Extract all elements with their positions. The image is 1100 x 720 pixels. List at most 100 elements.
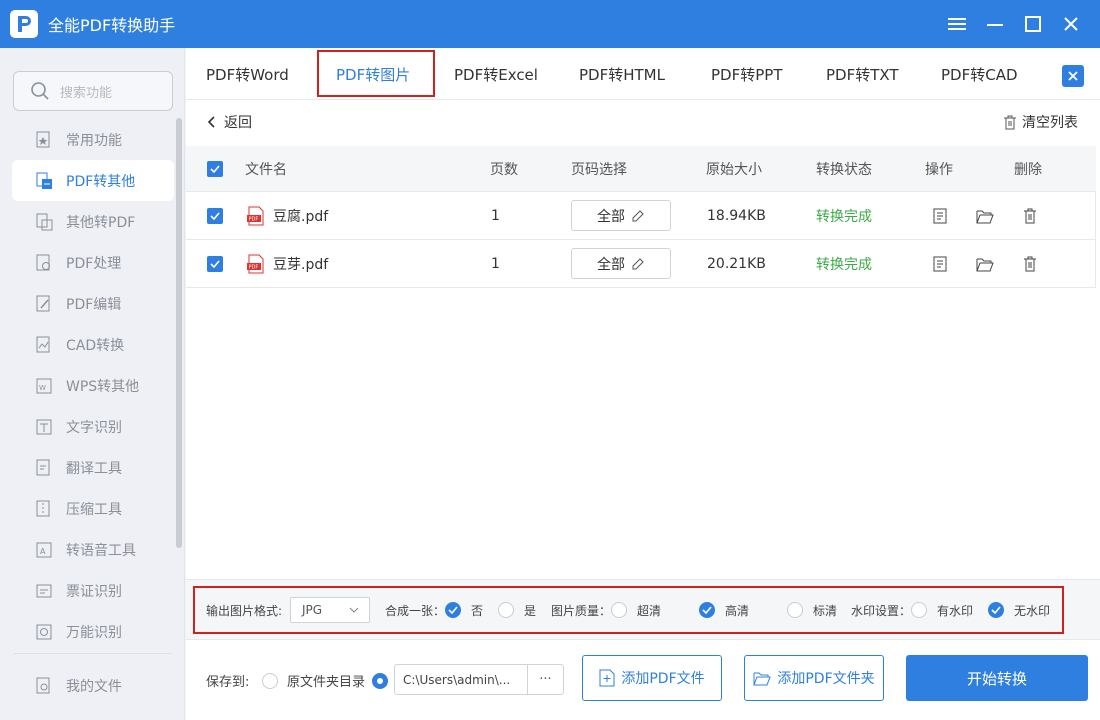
pdf-convert-icon xyxy=(34,171,54,191)
pdf-file-icon: PDF xyxy=(247,206,264,226)
original-dir-label: 原文件夹目录 xyxy=(287,675,366,690)
sidebar-divider xyxy=(14,653,172,654)
sidebar-item-pdf-to-other[interactable]: PDF转其他 xyxy=(12,160,174,201)
minimize-icon[interactable] xyxy=(976,0,1014,48)
to-pdf-icon xyxy=(34,212,54,232)
output-path-field[interactable]: C:\Users\admin\... ··· xyxy=(394,664,564,695)
add-pdf-file-button[interactable]: 添加PDF文件 xyxy=(582,655,722,701)
text-ocr-icon xyxy=(34,417,54,437)
sidebar-item-label: 压缩工具 xyxy=(66,501,122,518)
merge-no-radio[interactable] xyxy=(445,602,461,618)
sidebar-item-translate[interactable]: 翻译工具 xyxy=(12,447,174,488)
maximize-icon[interactable] xyxy=(1014,0,1052,48)
tab-pdf-to-cad[interactable]: PDF转CAD xyxy=(941,48,1018,100)
add-file-icon xyxy=(599,669,615,687)
sidebar-item-speech[interactable]: A 转语音工具 xyxy=(12,529,174,570)
menu-icon[interactable] xyxy=(938,0,976,48)
sidebar-item-common[interactable]: 常用功能 xyxy=(12,119,174,160)
view-document-icon[interactable] xyxy=(930,254,950,274)
chevron-down-icon xyxy=(349,607,359,613)
status-label: 转换完成 xyxy=(816,209,872,225)
search-input[interactable]: 搜索功能 xyxy=(13,71,173,111)
sidebar-item-text-ocr[interactable]: 文字识别 xyxy=(12,406,174,447)
sidebar-item-universal-ocr[interactable]: 万能识别 xyxy=(12,611,174,652)
browse-more-button[interactable]: ··· xyxy=(527,665,563,694)
translate-icon xyxy=(34,458,54,478)
pdf-process-icon xyxy=(34,253,54,273)
page-select-button[interactable]: 全部 xyxy=(571,200,671,231)
watermark-yes-radio[interactable] xyxy=(911,602,927,618)
header-page-select: 页码选择 xyxy=(571,162,627,178)
title-bar: 全能PDF转换助手 xyxy=(0,0,1100,48)
app-logo-icon xyxy=(10,10,38,38)
row-checkbox[interactable] xyxy=(207,208,223,224)
page-select-button[interactable]: 全部 xyxy=(571,248,671,279)
status-label: 转换完成 xyxy=(816,257,872,273)
row-checkbox[interactable] xyxy=(207,256,223,272)
clear-list-button[interactable]: 清空列表 xyxy=(1003,112,1078,132)
original-dir-radio[interactable] xyxy=(262,672,278,689)
cad-icon xyxy=(34,335,54,355)
merge-no-label: 否 xyxy=(471,603,484,618)
quality-standard-radio[interactable] xyxy=(787,602,803,618)
tab-pdf-to-ppt[interactable]: PDF转PPT xyxy=(711,48,782,100)
close-tab-icon[interactable] xyxy=(1062,65,1084,87)
header-status: 转换状态 xyxy=(816,162,872,178)
open-folder-icon[interactable] xyxy=(975,254,995,274)
sidebar-scrollbar[interactable] xyxy=(176,118,182,548)
quality-label: 图片质量： xyxy=(551,603,612,618)
sidebar-item-label: 文字识别 xyxy=(66,419,122,436)
ticket-icon xyxy=(34,581,54,601)
table-header: 文件名 页数 页码选择 原始大小 转换状态 操作 删除 xyxy=(186,146,1096,192)
sidebar-nav: 常用功能 PDF转其他 其他转PDF PDF处理 PDF编辑 CAD转换 W W… xyxy=(12,119,174,652)
sidebar-item-label: 翻译工具 xyxy=(66,460,122,477)
save-to-label: 保存到: xyxy=(206,675,250,690)
open-folder-icon[interactable] xyxy=(975,206,995,226)
merge-yes-radio[interactable] xyxy=(498,602,514,618)
header-filename: 文件名 xyxy=(245,162,287,178)
page-count: 1 xyxy=(491,256,500,272)
sidebar-item-label: PDF转其他 xyxy=(66,173,136,190)
tab-pdf-to-excel[interactable]: PDF转Excel xyxy=(454,48,538,100)
select-all-checkbox[interactable] xyxy=(207,161,223,177)
svg-text:PDF: PDF xyxy=(249,217,259,223)
delete-icon[interactable] xyxy=(1020,206,1040,226)
start-convert-button[interactable]: 开始转换 xyxy=(906,655,1088,701)
output-path-value: C:\Users\admin\... xyxy=(403,672,511,687)
sidebar-item-pdf-process[interactable]: PDF处理 xyxy=(12,242,174,283)
quality-ultra-radio[interactable] xyxy=(611,602,627,618)
page-count: 1 xyxy=(491,208,500,224)
svg-text:W: W xyxy=(39,384,46,392)
pdf-edit-icon xyxy=(34,294,54,314)
close-window-icon[interactable] xyxy=(1052,0,1090,48)
sidebar-item-compress[interactable]: 压缩工具 xyxy=(12,488,174,529)
svg-text:PDF: PDF xyxy=(249,265,259,271)
sidebar: 搜索功能 常用功能 PDF转其他 其他转PDF PDF处理 PDF编辑 CAD转… xyxy=(0,48,185,720)
watermark-no-radio[interactable] xyxy=(988,602,1004,618)
merge-label: 合成一张： xyxy=(385,603,446,618)
delete-icon[interactable] xyxy=(1020,254,1040,274)
add-pdf-folder-button[interactable]: 添加PDF文件夹 xyxy=(744,655,884,701)
my-files-icon xyxy=(34,676,54,696)
search-placeholder: 搜索功能 xyxy=(60,85,113,101)
edit-icon xyxy=(632,209,644,221)
speech-icon: A xyxy=(34,540,54,560)
custom-dir-radio[interactable] xyxy=(372,672,388,689)
sidebar-item-ticket[interactable]: 票证识别 xyxy=(12,570,174,611)
tab-pdf-to-word[interactable]: PDF转Word xyxy=(206,48,289,100)
back-button[interactable]: 返回 xyxy=(206,112,252,132)
sidebar-item-cad[interactable]: CAD转换 xyxy=(12,324,174,365)
active-tab-highlight xyxy=(317,50,435,97)
tab-pdf-to-html[interactable]: PDF转HTML xyxy=(579,48,665,100)
sidebar-item-pdf-edit[interactable]: PDF编辑 xyxy=(12,283,174,324)
quality-high-radio[interactable] xyxy=(699,602,715,618)
view-document-icon[interactable] xyxy=(930,206,950,226)
quality-high-label: 高清 xyxy=(725,603,750,618)
sidebar-item-wps[interactable]: W WPS转其他 xyxy=(12,365,174,406)
sidebar-item-my-files[interactable]: 我的文件 xyxy=(12,665,174,706)
format-select[interactable]: JPG xyxy=(290,597,370,623)
sidebar-item-label: 万能识别 xyxy=(66,624,122,641)
sidebar-item-label: 常用功能 xyxy=(66,132,122,149)
tab-pdf-to-txt[interactable]: PDF转TXT xyxy=(826,48,899,100)
sidebar-item-other-to-pdf[interactable]: 其他转PDF xyxy=(12,201,174,242)
